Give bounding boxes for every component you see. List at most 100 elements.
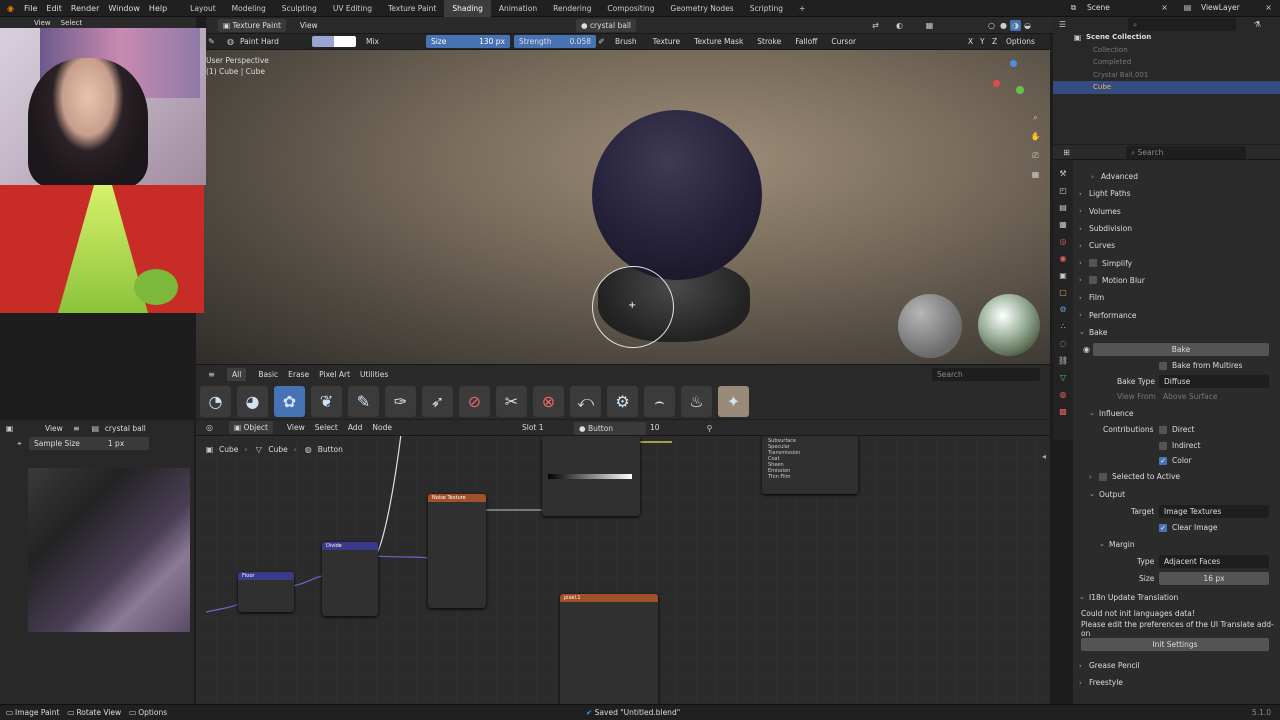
menu-brush[interactable]: Brush (615, 37, 637, 46)
left-view-menu[interactable]: View (34, 19, 51, 27)
blend-mode[interactable]: Mix (366, 37, 422, 46)
brush-erase-pixel-icon[interactable]: ⊗ (533, 386, 564, 417)
grid-icon[interactable]: ▦ (1030, 169, 1041, 180)
tab-animation[interactable]: Animation (491, 0, 545, 17)
outliner-cube[interactable]: Cube (1053, 81, 1280, 94)
properties-type-icon[interactable]: ⊞ (1061, 147, 1072, 158)
axis-z[interactable]: Z (992, 37, 997, 46)
node-sidebar-toggle-icon[interactable]: ◂ (1042, 452, 1046, 461)
menu-cursor[interactable]: Cursor (831, 37, 856, 46)
section-light-paths[interactable]: › Light Paths (1073, 185, 1280, 202)
bake-button[interactable]: Bake (1093, 342, 1269, 356)
tab-rendering[interactable]: Rendering (545, 0, 599, 17)
brush-mask-icon[interactable]: ⌢ (644, 386, 675, 417)
section-selected-to-active[interactable]: › Selected to Active (1073, 468, 1280, 485)
tab-texture-paint[interactable]: Texture Paint (380, 0, 444, 17)
gizmo-icon[interactable]: ⇄ (870, 20, 881, 31)
texture-tab-icon[interactable]: ▩ (1058, 406, 1069, 417)
motion-blur-checkbox[interactable] (1089, 276, 1097, 285)
outliner-type-icon[interactable]: ☰ (1057, 19, 1068, 30)
outliner-search[interactable]: ⌕ (1128, 17, 1236, 31)
strength-field[interactable]: Strength 0.058 (514, 35, 596, 48)
material-selector[interactable]: ● Button (574, 422, 646, 435)
init-settings-button[interactable]: Init Settings (1081, 638, 1269, 652)
rendered-shading-icon[interactable]: ◒ (1022, 20, 1033, 31)
margin-type-dropdown[interactable]: Adjacent Faces (1159, 554, 1269, 568)
gizmo-x-axis[interactable] (993, 80, 1000, 87)
node-select-menu[interactable]: Select (315, 423, 338, 432)
node-editor[interactable]: ▣ Cube › ▽ Cube › ◍ Button Noise Texture… (196, 436, 1050, 706)
sample-tool-icon[interactable]: ⌖ (14, 438, 25, 449)
properties-search[interactable]: ⌕ Search (1126, 145, 1246, 159)
sample-size-field[interactable]: Sample Size 1 px (29, 436, 149, 450)
add-workspace-icon[interactable]: + (791, 0, 813, 17)
menu-help[interactable]: Help (149, 4, 167, 13)
brush-tab-all[interactable]: All (227, 367, 247, 381)
shelf-menu-icon[interactable]: ≡ (206, 369, 217, 380)
3d-viewport[interactable]: User Perspective (1) Cube | Cube + ⌕ ✋ ⎚… (196, 50, 1050, 364)
object-tab-icon[interactable]: ▢ (1058, 287, 1069, 298)
outliner-scene-collection[interactable]: ▣ Scene Collection (1053, 31, 1280, 44)
section-grease-pencil[interactable]: › Grease Pencil (1073, 657, 1280, 674)
tool-tab-icon[interactable]: ⚒ (1058, 168, 1069, 179)
section-i18n[interactable]: ⌄ I18n Update Translation (1073, 589, 1280, 606)
bake-type-dropdown[interactable]: Diffuse (1159, 374, 1269, 388)
render-tab-icon[interactable]: ◰ (1058, 185, 1069, 196)
pen-pressure-icon[interactable]: ✐ (596, 36, 607, 47)
margin-size-field[interactable]: 16 px (1159, 571, 1269, 585)
gizmo-z-axis[interactable] (1010, 60, 1017, 67)
section-volumes[interactable]: › Volumes (1073, 203, 1280, 220)
color-option[interactable]: ✓ Color (1159, 456, 1192, 466)
menu-window[interactable]: Window (108, 4, 140, 13)
brush-tab-utilities[interactable]: Utilities (360, 370, 388, 379)
filter-icon[interactable]: ⚗ (1252, 19, 1263, 30)
menu-falloff[interactable]: Falloff (795, 37, 817, 46)
camera-icon[interactable]: ⎚ (1030, 150, 1041, 161)
material-tab-icon[interactable]: ◍ (1058, 389, 1069, 400)
section-freestyle[interactable]: › Freestyle (1073, 674, 1280, 691)
menu-stroke[interactable]: Stroke (757, 37, 781, 46)
slot-selector[interactable]: Slot 1 (522, 423, 544, 432)
menu-edit[interactable]: Edit (46, 4, 62, 13)
brush-custom-icon[interactable]: ✦ (718, 386, 749, 417)
section-bake[interactable]: ⌄ Bake (1073, 324, 1280, 341)
clear-image-option[interactable]: ✓ Clear Image (1159, 523, 1218, 533)
image-view-menu[interactable]: View (45, 424, 63, 433)
brush-clone-icon[interactable]: ⤺ (570, 386, 601, 417)
particles-tab-icon[interactable]: ∴ (1058, 321, 1069, 332)
section-influence[interactable]: ⌄ Influence (1073, 404, 1280, 421)
scene-tab-icon[interactable]: ◎ (1058, 236, 1069, 247)
material-users[interactable]: 10 (650, 423, 660, 432)
view-layer-tab-icon[interactable]: ▦ (1058, 219, 1069, 230)
close-icon[interactable]: × (1159, 2, 1170, 13)
size-field[interactable]: Size 130 px (426, 35, 510, 48)
brush-pencil-icon[interactable]: ✎ (348, 386, 379, 417)
image-name[interactable]: crystal ball (105, 424, 146, 433)
node-view-menu[interactable]: View (287, 423, 305, 432)
section-margin[interactable]: ⌄ Margin (1073, 535, 1280, 552)
tab-scripting[interactable]: Scripting (742, 0, 791, 17)
object-mode-selector[interactable]: ▣ Object (229, 421, 273, 434)
image-editor-type-icon[interactable]: ▣ (4, 423, 15, 434)
brush-tool-icon[interactable]: ✎ (206, 36, 217, 47)
brush-asset-icon[interactable]: ◍ (225, 36, 236, 47)
node-node-menu[interactable]: Node (372, 423, 392, 432)
blender-logo-icon[interactable]: ◉ (5, 3, 16, 14)
section-subdivision[interactable]: › Subdivision (1073, 220, 1280, 237)
constraints-tab-icon[interactable]: ⛓ (1058, 355, 1069, 366)
mode-selector[interactable]: ▣ Texture Paint (218, 18, 286, 32)
tab-modeling[interactable]: Modeling (224, 0, 274, 17)
image-canvas[interactable] (28, 468, 190, 632)
close-icon[interactable]: × (1263, 2, 1274, 13)
image-icon[interactable]: ▤ (90, 423, 101, 434)
zoom-icon[interactable]: ⌕ (1030, 112, 1041, 123)
tab-geometry-nodes[interactable]: Geometry Nodes (662, 0, 741, 17)
gizmo-y-axis[interactable] (1016, 86, 1024, 94)
overlay-icon[interactable]: ◐ (894, 20, 905, 31)
section-performance[interactable]: › Performance (1073, 306, 1280, 323)
node-color-ramp[interactable] (542, 436, 640, 516)
tab-shading[interactable]: Shading (444, 0, 491, 17)
navigation-gizmo[interactable] (986, 58, 1034, 106)
outliner-crystal-ball[interactable]: Crystal Ball.001 (1053, 69, 1280, 82)
collection-tab-icon[interactable]: ▣ (1058, 270, 1069, 281)
